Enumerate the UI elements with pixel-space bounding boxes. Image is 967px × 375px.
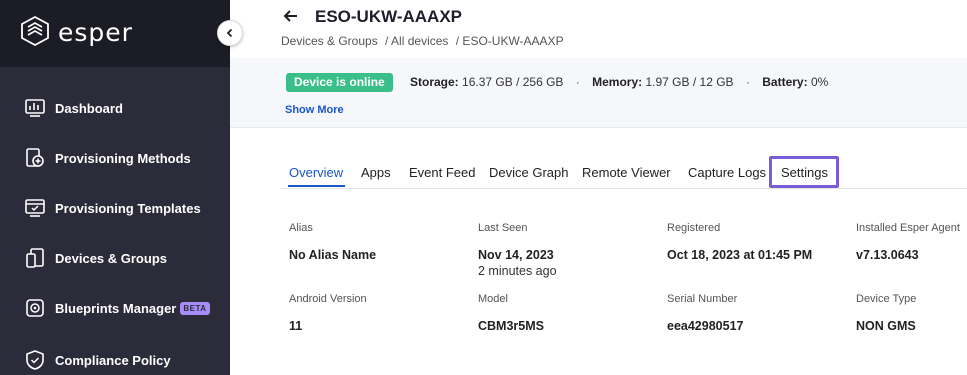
battery-label: Battery:	[762, 75, 808, 89]
tab-device-graph[interactable]: Device Graph	[489, 157, 568, 189]
breadcrumb-devices-groups[interactable]: Devices & Groups	[281, 34, 378, 48]
registered-label: Registered	[667, 222, 721, 234]
beta-badge: BETA	[180, 301, 210, 315]
tab-event-feed[interactable]: Event Feed	[409, 157, 476, 189]
agent-label: Installed Esper Agent	[856, 222, 960, 234]
devices-icon	[26, 248, 44, 268]
sidebar-item-label: Blueprints Manager BETA	[55, 301, 210, 316]
storage-value: 16.37 GB / 256 GB	[462, 75, 564, 89]
last-seen-label: Last Seen	[478, 222, 528, 234]
sidebar-item-label: Devices & Groups	[55, 250, 167, 266]
chevron-left-icon	[226, 28, 233, 38]
breadcrumb-all-devices[interactable]: / All devices	[385, 34, 448, 48]
sidebar-item-label: Compliance Policy	[55, 352, 171, 368]
dashboard-icon	[25, 99, 45, 117]
sidebar-item-label: Dashboard	[55, 100, 123, 116]
blueprints-label: Blueprints Manager	[55, 300, 177, 316]
provisioning-templates-icon	[25, 199, 45, 217]
tab-settings[interactable]: Settings	[781, 157, 828, 189]
android-version-value: 11	[289, 319, 303, 333]
sidebar-item-devices-groups[interactable]: Devices & Groups	[0, 238, 230, 278]
collapse-sidebar-button[interactable]	[217, 20, 243, 46]
breadcrumb: Devices & Groups / All devices / ESO-UKW…	[281, 34, 564, 48]
device-type-value: NON GMS	[856, 319, 916, 333]
device-type-label: Device Type	[856, 293, 917, 305]
memory-value: 1.97 GB / 12 GB	[645, 75, 734, 89]
storage-label: Storage:	[410, 75, 459, 89]
sidebar-item-provisioning-templates[interactable]: Provisioning Templates	[0, 188, 230, 228]
agent-value: v7.13.0643	[856, 248, 919, 262]
show-more-link[interactable]: Show More	[285, 104, 344, 116]
brand-name: esper	[58, 18, 133, 47]
provisioning-methods-icon	[26, 148, 44, 167]
tabs-divider	[281, 188, 967, 189]
blueprints-icon	[26, 299, 44, 317]
alias-label: Alias	[289, 222, 313, 234]
model-label: Model	[478, 293, 508, 305]
tab-apps[interactable]: Apps	[361, 157, 391, 189]
serial-number-label: Serial Number	[667, 293, 738, 305]
serial-number-value: eea42980517	[667, 319, 744, 333]
sidebar-item-label: Provisioning Templates	[55, 200, 201, 216]
last-seen-relative: 2 minutes ago	[478, 264, 557, 278]
page-title: ESO-UKW-AAAXP	[315, 7, 462, 26]
status-badge: Device is online	[286, 73, 393, 92]
device-stats: Storage: 16.37 GB / 256 GB · Memory: 1.9…	[410, 75, 828, 89]
android-version-label: Android Version	[289, 293, 367, 305]
tab-capture-logs[interactable]: Capture Logs	[688, 157, 766, 189]
sidebar: esper Dashboard Provisioning Methods Pro…	[0, 0, 230, 375]
back-arrow-icon[interactable]	[282, 7, 300, 25]
model-value: CBM3r5MS	[478, 319, 544, 333]
logo-bar: esper	[0, 0, 230, 67]
device-status-band	[230, 58, 967, 128]
sidebar-item-compliance-policy[interactable]: Compliance Policy	[0, 340, 230, 375]
memory-label: Memory:	[592, 75, 643, 89]
sidebar-item-label: Provisioning Methods	[55, 150, 191, 166]
sidebar-item-dashboard[interactable]: Dashboard	[0, 88, 230, 128]
breadcrumb-current-device: / ESO-UKW-AAAXP	[455, 34, 564, 48]
alias-value: No Alias Name	[289, 248, 377, 262]
shield-check-icon	[26, 350, 44, 370]
tab-remote-viewer[interactable]: Remote Viewer	[582, 157, 671, 189]
sidebar-item-provisioning-methods[interactable]: Provisioning Methods	[0, 138, 230, 178]
separator: ·	[745, 75, 750, 89]
registered-value: Oct 18, 2023 at 01:45 PM	[667, 248, 813, 262]
esper-logo-icon	[21, 15, 49, 47]
separator: ·	[575, 75, 580, 89]
sidebar-item-blueprints-manager[interactable]: Blueprints Manager BETA	[0, 288, 230, 328]
last-seen-value: Nov 14, 2023	[478, 248, 554, 262]
active-tab-indicator	[288, 185, 345, 187]
battery-value: 0%	[810, 75, 829, 89]
